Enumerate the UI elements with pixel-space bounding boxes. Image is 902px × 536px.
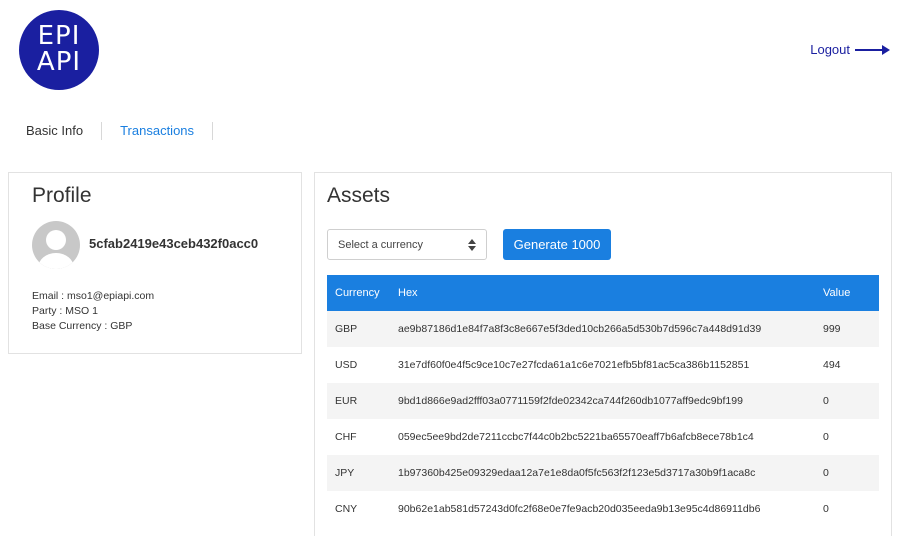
column-header-value[interactable]: Value [815, 275, 879, 311]
cell-currency: CNY [335, 503, 358, 515]
currency-select[interactable]: Select a currency [327, 229, 487, 260]
table-row[interactable]: JPY 1b97360b425e09329edaa12a7e1e8da0f5fc… [327, 455, 879, 491]
cell-hex: 1b97360b425e09329edaa12a7e1e8da0f5fc563f… [390, 455, 815, 491]
tab-divider [212, 122, 214, 140]
logo-top-text: EPI [37, 21, 81, 51]
profile-card: Profile 5cfab2419e43ceb432f0acc0 Email :… [8, 172, 302, 354]
cell-value: 0 [815, 455, 879, 491]
user-id: 5cfab2419e43ceb432f0acc0 [89, 236, 259, 251]
cell-value: 0 [815, 383, 879, 419]
table-row[interactable]: GBP ae9b87186d1e84f7a8f3c8e667e5f3ded10c… [327, 311, 879, 347]
table-row[interactable]: USD 31e7df60f0e4f5c9ce10c7e27fcda61a1c6e… [327, 347, 879, 383]
assets-table: Currency Hex Value GBP ae9b87186d1e84f7a… [327, 275, 879, 527]
cell-hex: 059ec5ee9bd2de7211ccbc7f44c0b2bc5221ba65… [398, 431, 754, 443]
cell-value: 0 [823, 503, 829, 515]
user-avatar-icon [32, 221, 80, 269]
cell-value: 0 [823, 431, 829, 443]
cell-value: 999 [815, 311, 879, 347]
cell-hex: 31e7df60f0e4f5c9ce10c7e27fcda61a1c6e7021… [398, 359, 750, 371]
currency-select-placeholder: Select a currency [338, 238, 423, 251]
table-row[interactable]: CHF 059ec5ee9bd2de7211ccbc7f44c0b2bc5221… [327, 419, 879, 455]
cell-currency: USD [335, 359, 358, 371]
column-header-currency[interactable]: Currency [327, 275, 390, 311]
generate-button[interactable]: Generate 1000 [503, 229, 611, 260]
cell-currency: GBP [327, 311, 390, 347]
column-header-hex[interactable]: Hex [390, 275, 815, 311]
cell-currency: JPY [327, 455, 390, 491]
profile-email: Email : mso1@epiapi.com [32, 290, 155, 302]
tab-transactions[interactable]: Transactions [102, 116, 212, 146]
cell-currency: EUR [327, 383, 390, 419]
profile-party: Party : MSO 1 [32, 305, 98, 317]
assets-card: Assets Select a currency Generate 1000 C… [314, 172, 892, 536]
cell-hex: 90b62e1ab581d57243d0fc2f68e0e7fe9acb20d0… [398, 503, 761, 515]
profile-base-currency: Base Currency : GBP [32, 320, 133, 332]
cell-currency: CHF [335, 431, 357, 443]
logout-link[interactable]: Logout [810, 42, 890, 57]
cell-hex: 9bd1d866e9ad2fff03a0771159f2fde02342ca74… [390, 383, 815, 419]
logout-label: Logout [810, 42, 850, 57]
tab-basic-info[interactable]: Basic Info [8, 116, 101, 146]
table-row[interactable]: CNY 90b62e1ab581d57243d0fc2f68e0e7fe9acb… [327, 491, 879, 527]
assets-title: Assets [327, 184, 391, 207]
sort-caret-icon [468, 239, 476, 251]
tab-bar: Basic Info Transactions [8, 116, 214, 146]
profile-title: Profile [32, 184, 92, 207]
arrow-right-icon [855, 44, 890, 55]
cell-value: 494 [823, 359, 841, 371]
table-header-row: Currency Hex Value [327, 275, 879, 311]
cell-hex: ae9b87186d1e84f7a8f3c8e667e5f3ded10cb266… [390, 311, 815, 347]
table-row[interactable]: EUR 9bd1d866e9ad2fff03a0771159f2fde02342… [327, 383, 879, 419]
epiapi-logo: EPI API [19, 10, 99, 90]
logo-bottom-text: API [36, 47, 82, 77]
